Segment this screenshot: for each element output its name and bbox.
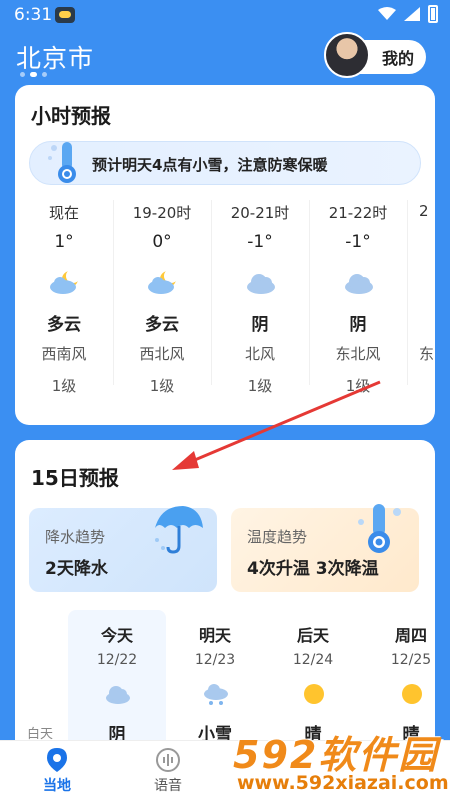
hourly-desc: 多云 [47, 315, 81, 335]
nav-local[interactable]: 当地 [27, 747, 87, 795]
hourly-wind-level: 1级 [51, 377, 77, 395]
day-date: 12/24 [292, 652, 334, 668]
hourly-desc: 阴 [251, 315, 269, 335]
watermark-url: www.592xiazai.com [237, 772, 449, 794]
page-dot-active [30, 72, 37, 77]
weather-alert-banner[interactable]: 预计明天4点有小雪，注意防寒保暖 [29, 141, 421, 185]
watermark-brand: 592软件园 [233, 733, 439, 777]
snow-icon [204, 684, 228, 705]
mine-button[interactable]: 我的 [324, 32, 426, 78]
location-pin-icon [47, 748, 67, 772]
hourly-title: 小时预报 [31, 104, 111, 128]
wifi-icon [378, 7, 396, 20]
hourly-wind: 东 [419, 345, 435, 363]
hourly-time: 20-21时 [230, 204, 290, 222]
hourly-wind: 西北风 [139, 345, 185, 363]
temp-trend-label: 温度趋势 [247, 528, 308, 546]
hourly-wind: 西南风 [41, 345, 87, 363]
page-dot [20, 72, 25, 77]
daily-title: 15日预报 [31, 466, 119, 490]
hourly-time: 现在 [48, 204, 79, 222]
nav-voice-label: 语音 [154, 778, 182, 794]
status-icons [378, 5, 438, 23]
day-name: 今天 [100, 626, 133, 645]
hourly-item: 20-21时 -1° 阴 北风 1级 [211, 200, 309, 410]
city-title[interactable]: 北京市 [16, 39, 94, 75]
day-name: 后天 [296, 626, 329, 645]
hourly-temp: -1° [345, 232, 371, 252]
hourly-wind-level: 1级 [247, 377, 273, 395]
nav-voice[interactable]: 语音 [138, 747, 198, 795]
umbrella-icon [155, 506, 203, 554]
hourly-forecast-card: 小时预报 预计明天4点有小雪，注意防寒保暖 现在 1° 多云 西南风 1级 19… [15, 85, 435, 425]
day-date: 12/25 [390, 652, 432, 668]
page-dot [42, 72, 47, 77]
status-time: 6:31 [14, 5, 53, 25]
mine-label: 我的 [381, 49, 414, 68]
weather-alert-text: 预计明天4点有小雪，注意防寒保暖 [92, 156, 328, 174]
hourly-time: 19-20时 [132, 204, 192, 222]
battery-icon [428, 5, 438, 23]
day-date: 12/22 [96, 652, 138, 668]
thermometer-icon [48, 142, 76, 183]
hourly-item: 21-22时 -1° 阴 东北风 1级 [309, 200, 407, 410]
hourly-wind: 东北风 [335, 345, 381, 363]
day-date: 12/23 [194, 652, 236, 668]
hourly-wind-level: 1级 [345, 377, 371, 395]
cloud-icon [345, 274, 373, 294]
thermometer-icon [358, 504, 401, 553]
nav-local-label: 当地 [43, 778, 71, 794]
cloud-icon [106, 686, 130, 704]
hourly-temp: 1° [54, 232, 74, 252]
divider [407, 200, 408, 385]
rain-trend-card[interactable]: 降水趋势 2天降水 [29, 506, 217, 592]
hourly-time: 21-22时 [328, 204, 388, 222]
sun-icon [304, 684, 324, 704]
hourly-time: 2 [419, 202, 429, 220]
hourly-item: 现在 1° 多云 西南风 1级 [15, 200, 113, 410]
rain-trend-label: 降水趋势 [45, 528, 106, 546]
hourly-list[interactable]: 现在 1° 多云 西南风 1级 19-20时 0° 多云 西北风 1级 20-2… [15, 200, 435, 410]
page-indicator [20, 72, 47, 77]
cloud-icon [247, 274, 275, 294]
partly-cloudy-night-icon [148, 269, 178, 294]
status-bar: 6:31 [0, 0, 450, 30]
partly-cloudy-night-icon [50, 269, 80, 294]
day-name: 明天 [198, 626, 231, 645]
hourly-wind: 北风 [244, 345, 275, 363]
hourly-temp: -1° [247, 232, 273, 252]
hourly-temp: 0° [152, 232, 172, 252]
day-name: 周四 [394, 626, 427, 645]
hourly-wind-level: 1级 [149, 377, 175, 395]
watermark: 592软件园 www.592xiazai.com [215, 724, 450, 800]
temp-trend-card[interactable]: 温度趋势 4次升温 3次降温 [231, 504, 419, 592]
voice-wave-icon [156, 748, 180, 772]
signal-icon [404, 7, 420, 21]
avatar [324, 32, 370, 78]
sun-icon [402, 684, 422, 704]
hourly-desc: 多云 [145, 315, 179, 335]
hourly-item: 19-20时 0° 多云 西北风 1级 [113, 200, 211, 410]
rain-trend-value: 2天降水 [45, 559, 108, 579]
header: 北京市 我的 [0, 30, 450, 85]
hourly-desc: 阴 [349, 315, 367, 335]
app-notification-icon [55, 7, 75, 23]
hourly-item-partial: 2 东 [419, 200, 435, 410]
